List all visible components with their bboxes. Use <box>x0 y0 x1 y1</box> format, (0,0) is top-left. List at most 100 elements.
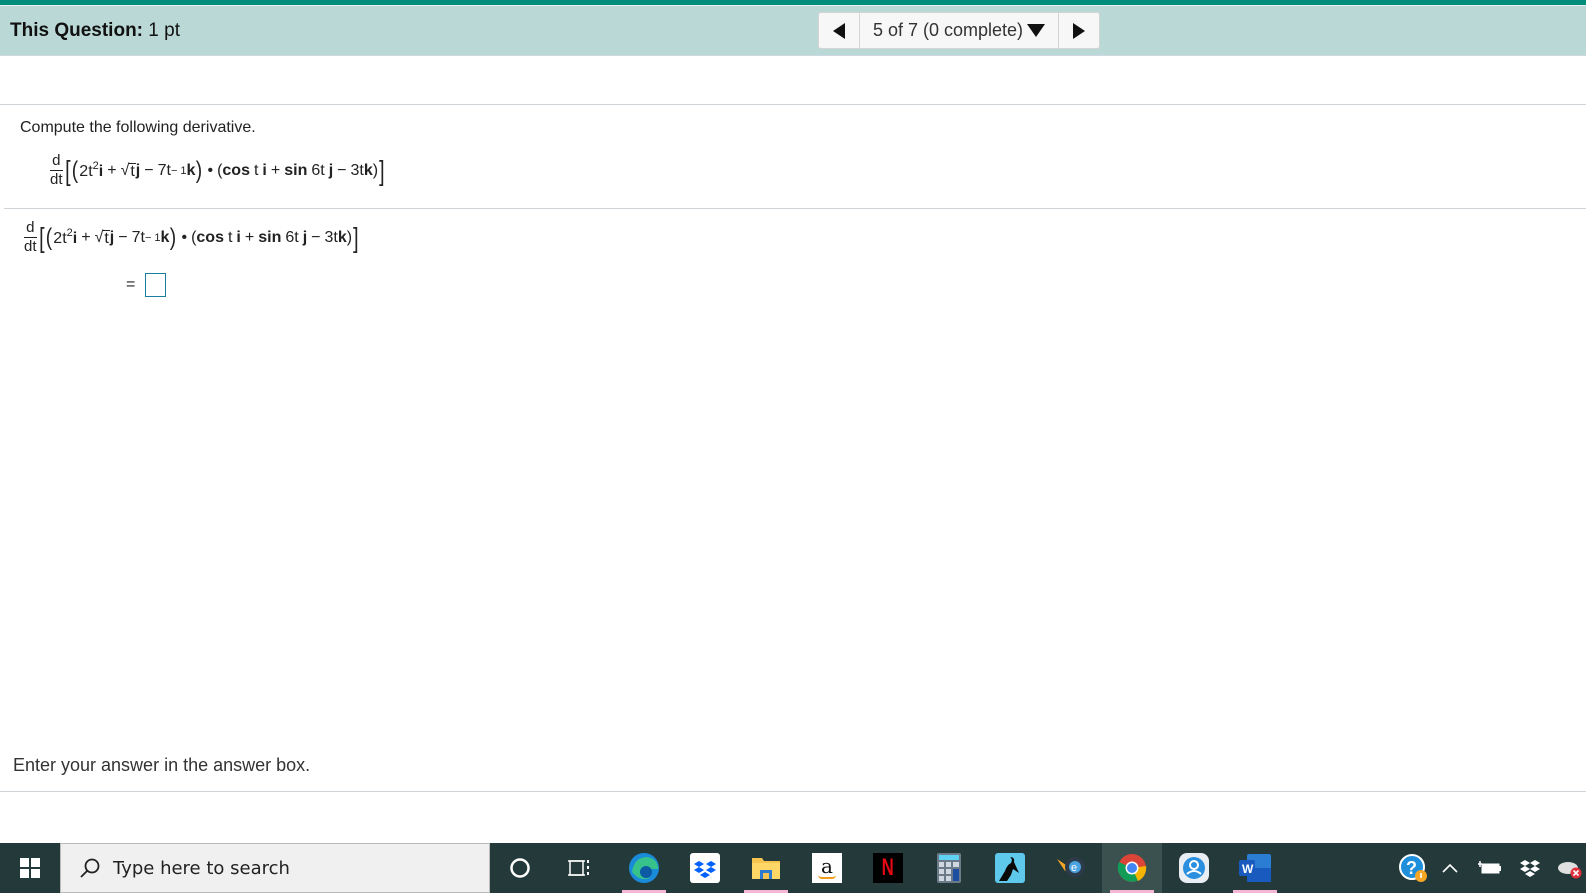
svg-text:W: W <box>1242 862 1254 876</box>
search-icon <box>80 858 100 878</box>
folder-icon <box>752 858 780 879</box>
people-app[interactable] <box>1164 843 1224 893</box>
cos-fn: cos <box>196 228 224 246</box>
calculator-icon <box>937 853 961 883</box>
task-view-icon <box>568 860 589 876</box>
dropbox-icon <box>690 853 720 883</box>
unit-k: k <box>337 228 347 246</box>
unit-j: j <box>109 228 115 246</box>
sin-arg: 6t <box>311 161 325 179</box>
term6-coef: 3t <box>350 161 364 179</box>
term1-coef: 2t <box>79 163 93 180</box>
unit-i: i <box>98 163 104 180</box>
plus-sign: + <box>270 161 281 179</box>
derivative-operator: d dt <box>50 152 63 188</box>
instructions-text: Enter your answer in the answer box. <box>13 755 311 775</box>
next-question-button[interactable] <box>1058 13 1099 48</box>
cortana-icon <box>510 858 530 878</box>
term3-coef: 7t <box>157 161 171 179</box>
file-explorer-app[interactable] <box>736 843 796 893</box>
dropbox-app[interactable] <box>675 843 735 893</box>
cos-arg: t <box>227 228 233 246</box>
answer-input[interactable] <box>145 273 167 297</box>
start-button[interactable] <box>0 843 60 893</box>
edge-icon <box>629 853 659 883</box>
term3-exp: − 1 <box>144 231 161 244</box>
unit-i: i <box>72 230 78 247</box>
netflix-app[interactable]: N <box>858 843 918 893</box>
ie-migration-app[interactable]: e <box>1041 843 1101 893</box>
frac-denominator: dt <box>24 238 37 255</box>
sin-fn: sin <box>258 228 282 246</box>
edge-app[interactable] <box>614 843 674 893</box>
kindle-app[interactable] <box>980 843 1040 893</box>
amazon-letter: a <box>821 854 833 878</box>
minus-sign: − <box>337 161 347 179</box>
points-value: 1 pt <box>148 20 180 41</box>
close-bracket: ] <box>353 221 359 253</box>
frac-numerator: d <box>52 152 61 169</box>
term1-coef: 2t <box>53 230 67 247</box>
windows-taskbar: Type here to search a N e W ? <box>0 843 1586 893</box>
minus-sign: − <box>118 228 128 246</box>
minus-sign: − <box>311 228 321 246</box>
triangle-left-icon <box>833 22 845 39</box>
dot-product: • <box>181 228 188 246</box>
dot-product: • <box>207 161 214 179</box>
unit-j: j <box>328 161 334 179</box>
divider <box>0 104 1586 105</box>
help-tray-button[interactable]: ? <box>1396 843 1430 893</box>
divider <box>0 791 1586 792</box>
triangle-down-icon <box>1027 24 1046 37</box>
sqrt: √ t <box>120 161 136 180</box>
netflix-icon: N <box>873 853 903 883</box>
question-header: This Question: 1 pt 5 of 7 (0 complete) <box>0 6 1586 56</box>
unit-i: i <box>262 161 267 179</box>
search-placeholder: Type here to search <box>113 857 290 879</box>
unit-j: j <box>302 228 308 246</box>
cortana-button[interactable] <box>490 843 550 893</box>
paren2-close: ) <box>372 161 379 179</box>
dropbox-tray-button[interactable] <box>1515 843 1545 893</box>
close-paren: ) <box>170 223 177 251</box>
term1: 2t2i <box>53 227 77 248</box>
cos-arg: t <box>253 161 259 179</box>
amazon-app[interactable]: a <box>797 843 857 893</box>
open-paren: ( <box>72 156 79 184</box>
cos-fn: cos <box>222 161 250 179</box>
term6-coef: 3t <box>324 228 338 246</box>
term3-exp: − 1 <box>170 164 187 177</box>
question-expression: d dt [ ( 2t2i + √ t j − 7t − 1k ) • (cos t i … <box>50 152 386 188</box>
derivative-operator: d dt <box>24 219 37 255</box>
kindle-icon <box>995 853 1025 883</box>
word-app[interactable]: W <box>1225 843 1285 893</box>
question-label: This Question: <box>10 20 143 41</box>
show-hidden-icons-button[interactable] <box>1438 843 1462 893</box>
onedrive-error-icon <box>1558 862 1582 879</box>
plus-sign: + <box>81 228 91 246</box>
chevron-up-icon <box>1442 863 1458 873</box>
calculator-app[interactable] <box>919 843 979 893</box>
previous-question-button[interactable] <box>819 13 860 48</box>
netflix-letter: N <box>881 854 895 881</box>
plus-sign: + <box>244 228 255 246</box>
onedrive-tray-button[interactable] <box>1554 843 1586 893</box>
close-bracket: ] <box>379 154 385 186</box>
battery-tray-button[interactable] <box>1475 843 1505 893</box>
question-selector-dropdown[interactable]: 5 of 7 (0 complete) <box>860 13 1058 48</box>
windows-logo-icon <box>20 858 40 878</box>
chrome-app[interactable] <box>1102 843 1162 893</box>
unit-k: k <box>160 228 170 246</box>
question-prompt: Compute the following derivative. <box>20 119 256 136</box>
unit-i: i <box>236 228 241 246</box>
term3-coef: 7t <box>131 228 145 246</box>
frac-numerator: d <box>26 219 35 236</box>
task-view-button[interactable] <box>550 843 610 893</box>
unit-j: j <box>135 161 141 179</box>
open-bracket: [ <box>38 221 45 253</box>
taskbar-search-box[interactable]: Type here to search <box>60 843 490 893</box>
open-bracket: [ <box>64 154 71 186</box>
frac-denominator: dt <box>50 171 63 188</box>
paren2-close: ) <box>346 228 353 246</box>
minus-sign: − <box>144 161 154 179</box>
